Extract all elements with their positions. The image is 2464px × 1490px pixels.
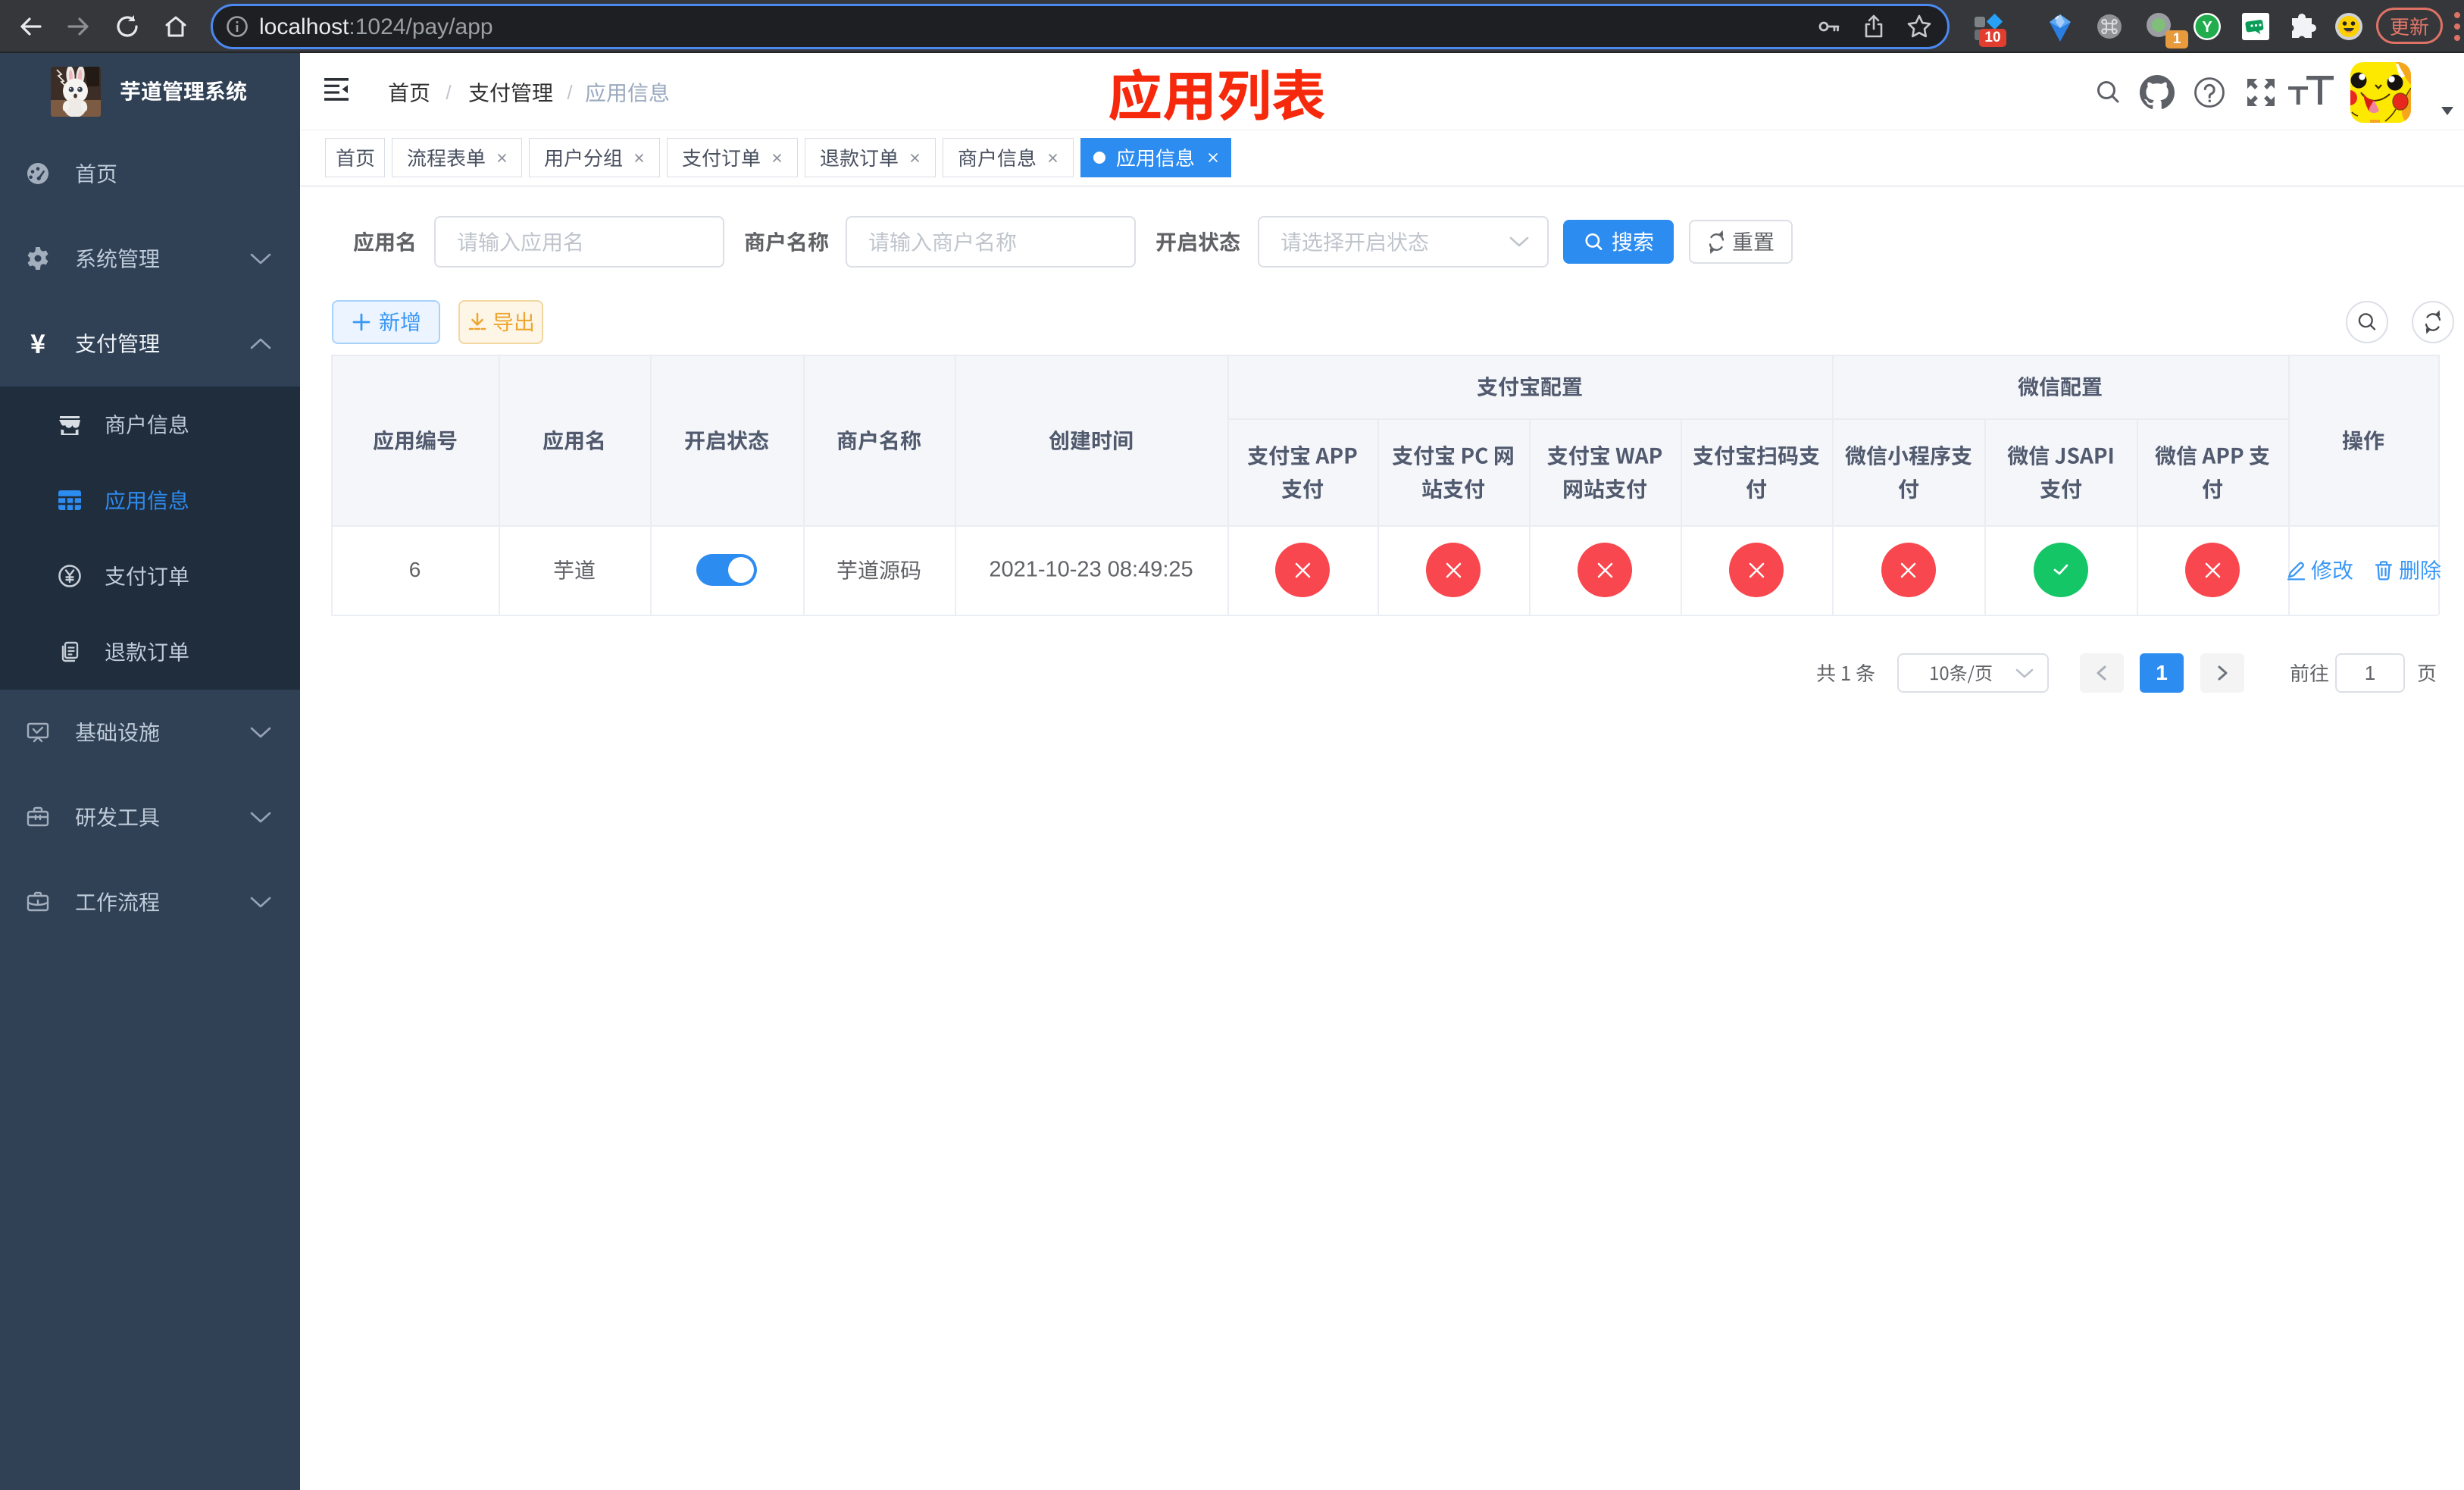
svg-text:Y: Y [2202,19,2212,36]
